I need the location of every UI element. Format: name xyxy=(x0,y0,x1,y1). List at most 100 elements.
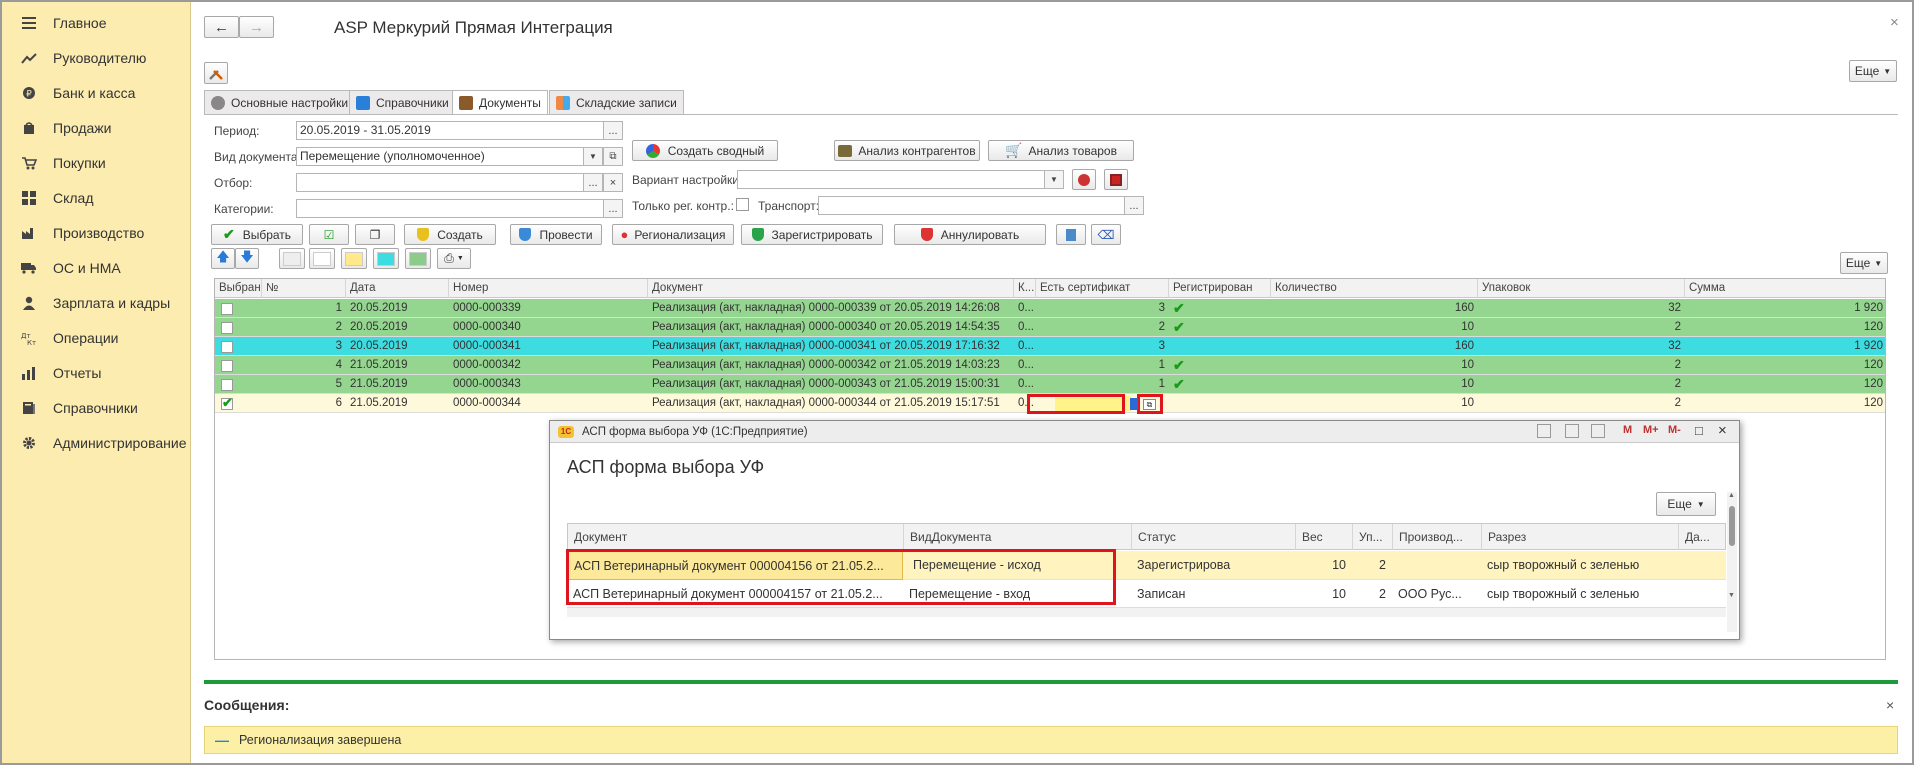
tab-main-settings[interactable]: Основные настройки xyxy=(204,90,356,114)
sidebar-item-reports[interactable]: Отчеты xyxy=(2,355,190,390)
memory-button[interactable]: M xyxy=(1623,424,1632,436)
variant-dropdown[interactable]: ▼ xyxy=(1044,170,1064,189)
tab-documents[interactable]: Документы xyxy=(452,90,548,115)
trash-button[interactable] xyxy=(1056,224,1086,245)
column-header[interactable]: Документ xyxy=(568,524,904,550)
column-header[interactable]: Статус xyxy=(1132,524,1296,550)
close-icon[interactable]: × xyxy=(1890,14,1899,31)
column-header[interactable]: Да... xyxy=(1679,524,1727,550)
sidebar-item-manager[interactable]: Руководителю xyxy=(2,40,190,75)
sidebar-item-catalogs[interactable]: Справочники xyxy=(2,390,190,425)
doc-type-open-button[interactable]: ⧉ xyxy=(603,147,623,166)
eraser-button[interactable]: ⌫ xyxy=(1091,224,1121,245)
scrollbar[interactable]: ▲ ▼ xyxy=(1727,492,1737,632)
row-checkbox[interactable] xyxy=(221,303,233,315)
print-icon[interactable] xyxy=(1537,424,1551,438)
scroll-down-icon[interactable]: ▼ xyxy=(1728,592,1735,599)
filter-field[interactable] xyxy=(296,173,584,192)
move-down-button[interactable]: 🡇 xyxy=(235,248,259,269)
color-cyan-button[interactable] xyxy=(373,248,399,269)
collapse-icon[interactable]: — xyxy=(215,732,229,748)
column-header[interactable]: Разрез xyxy=(1482,524,1679,550)
transport-field[interactable] xyxy=(818,196,1126,215)
register-button[interactable]: Зарегистрировать xyxy=(741,224,883,245)
column-header[interactable]: Выбран xyxy=(215,279,262,298)
filter-clear-button[interactable]: × xyxy=(603,173,623,192)
table-row[interactable]: 2 20.05.2019 0000-000340 Реализация (акт, н… xyxy=(215,318,1885,337)
create-button[interactable]: Создать xyxy=(404,224,496,245)
row-checkbox[interactable] xyxy=(221,341,233,353)
move-up-button[interactable]: 🡅 xyxy=(211,248,235,269)
open-icon[interactable]: ⧉ xyxy=(1143,399,1156,410)
table-row[interactable]: 5 21.05.2019 0000-000343 Реализация (акт, н… xyxy=(215,375,1885,394)
analyze-goods-button[interactable]: 🛒 Анализ товаров xyxy=(988,140,1134,161)
variant-delete-button[interactable] xyxy=(1072,169,1096,190)
column-header[interactable]: Вес xyxy=(1296,524,1353,550)
color-white-button[interactable] xyxy=(309,248,335,269)
column-header[interactable]: № xyxy=(262,279,346,298)
sidebar-item-purchases[interactable]: Покупки xyxy=(2,145,190,180)
column-header[interactable]: ВидДокумента xyxy=(904,524,1132,550)
dialog-more-button[interactable]: Еще ▼ xyxy=(1656,492,1716,516)
sidebar-item-production[interactable]: Производство xyxy=(2,215,190,250)
sidebar-item-warehouse[interactable]: Склад xyxy=(2,180,190,215)
row-checkbox[interactable] xyxy=(221,360,233,372)
column-header[interactable]: Количество xyxy=(1271,279,1478,298)
column-header[interactable]: Регистрирован xyxy=(1169,279,1271,298)
horizontal-scrollbar[interactable] xyxy=(567,607,1726,617)
table-row[interactable]: 4 21.05.2019 0000-000342 Реализация (акт, н… xyxy=(215,356,1885,375)
variant-field[interactable] xyxy=(737,170,1055,189)
sidebar-item-assets[interactable]: ОС и НМА xyxy=(2,250,190,285)
sidebar-item-salary[interactable]: Зарплата и кадры xyxy=(2,285,190,320)
column-header[interactable]: Дата xyxy=(346,279,449,298)
create-summary-button[interactable]: Создать сводный xyxy=(632,140,778,161)
sidebar-item-operations[interactable]: Дт Кт Операции xyxy=(2,320,190,355)
column-header[interactable]: Производ... xyxy=(1393,524,1482,550)
categories-field[interactable] xyxy=(296,199,604,218)
color-yellow-button[interactable] xyxy=(341,248,367,269)
column-header[interactable]: Номер xyxy=(449,279,648,298)
analyze-contractors-button[interactable]: Анализ контрагентов xyxy=(834,140,980,161)
scroll-up-icon[interactable]: ▲ xyxy=(1728,492,1735,499)
column-header[interactable]: Документ xyxy=(648,279,1014,298)
row-checkbox[interactable]: ✔ xyxy=(221,395,233,410)
only-reg-checkbox[interactable] xyxy=(736,198,749,211)
table-row[interactable]: 1 20.05.2019 0000-000339 Реализация (акт, н… xyxy=(215,299,1885,318)
tab-warehouse-records[interactable]: Складские записи xyxy=(549,90,684,114)
close-icon[interactable]: × xyxy=(1886,697,1894,713)
select-button[interactable]: ✔ Выбрать xyxy=(211,224,303,245)
sidebar-item-sales[interactable]: Продажи xyxy=(2,110,190,145)
column-header[interactable]: К... xyxy=(1014,279,1036,298)
more-button-grid[interactable]: Еще ▼ xyxy=(1840,252,1888,274)
sidebar-item-admin[interactable]: Администрирование xyxy=(2,425,190,460)
cancel-doc-button[interactable]: Аннулировать xyxy=(894,224,1046,245)
sidebar-item-bank[interactable]: ₽ Банк и касса xyxy=(2,75,190,110)
period-select-button[interactable]: ... xyxy=(603,121,623,140)
period-field[interactable]: 20.05.2019 - 31.05.2019 xyxy=(296,121,604,140)
color-none-button-1[interactable] xyxy=(279,248,305,269)
copy-button[interactable]: ❐ xyxy=(355,224,395,245)
post-button[interactable]: Провести xyxy=(510,224,602,245)
more-button-top[interactable]: Еще ▼ xyxy=(1849,60,1897,82)
column-header[interactable]: Есть сертификат xyxy=(1036,279,1169,298)
row-checkbox[interactable] xyxy=(221,322,233,334)
maximize-icon[interactable]: □ xyxy=(1695,423,1703,438)
regionalize-button[interactable]: ● Регионализация xyxy=(612,224,734,245)
print-button[interactable]: ⎙ ▼ xyxy=(437,248,471,269)
doc-type-field[interactable]: Перемещение (уполномоченное) xyxy=(296,147,584,166)
scrollbar-thumb[interactable] xyxy=(1729,506,1735,546)
variant-save-button[interactable] xyxy=(1104,169,1128,190)
row-checkbox[interactable] xyxy=(221,379,233,391)
memory-minus-button[interactable]: M- xyxy=(1668,424,1681,436)
table-row[interactable]: 3 20.05.2019 0000-000341 Реализация (акт, н… xyxy=(215,337,1885,356)
tab-catalogs[interactable]: Справочники xyxy=(349,90,456,114)
close-icon[interactable]: × xyxy=(1718,422,1727,439)
settings-tools-button[interactable] xyxy=(204,62,228,84)
doc-type-dropdown[interactable]: ▼ xyxy=(583,147,603,166)
sidebar-item-main[interactable]: Главное xyxy=(2,5,190,40)
check-all-button[interactable]: ☑ xyxy=(309,224,349,245)
calendar-icon[interactable] xyxy=(1591,424,1605,438)
column-header[interactable]: Уп... xyxy=(1353,524,1393,550)
transport-select-button[interactable]: ... xyxy=(1124,196,1144,215)
back-button[interactable]: ← xyxy=(204,16,239,38)
